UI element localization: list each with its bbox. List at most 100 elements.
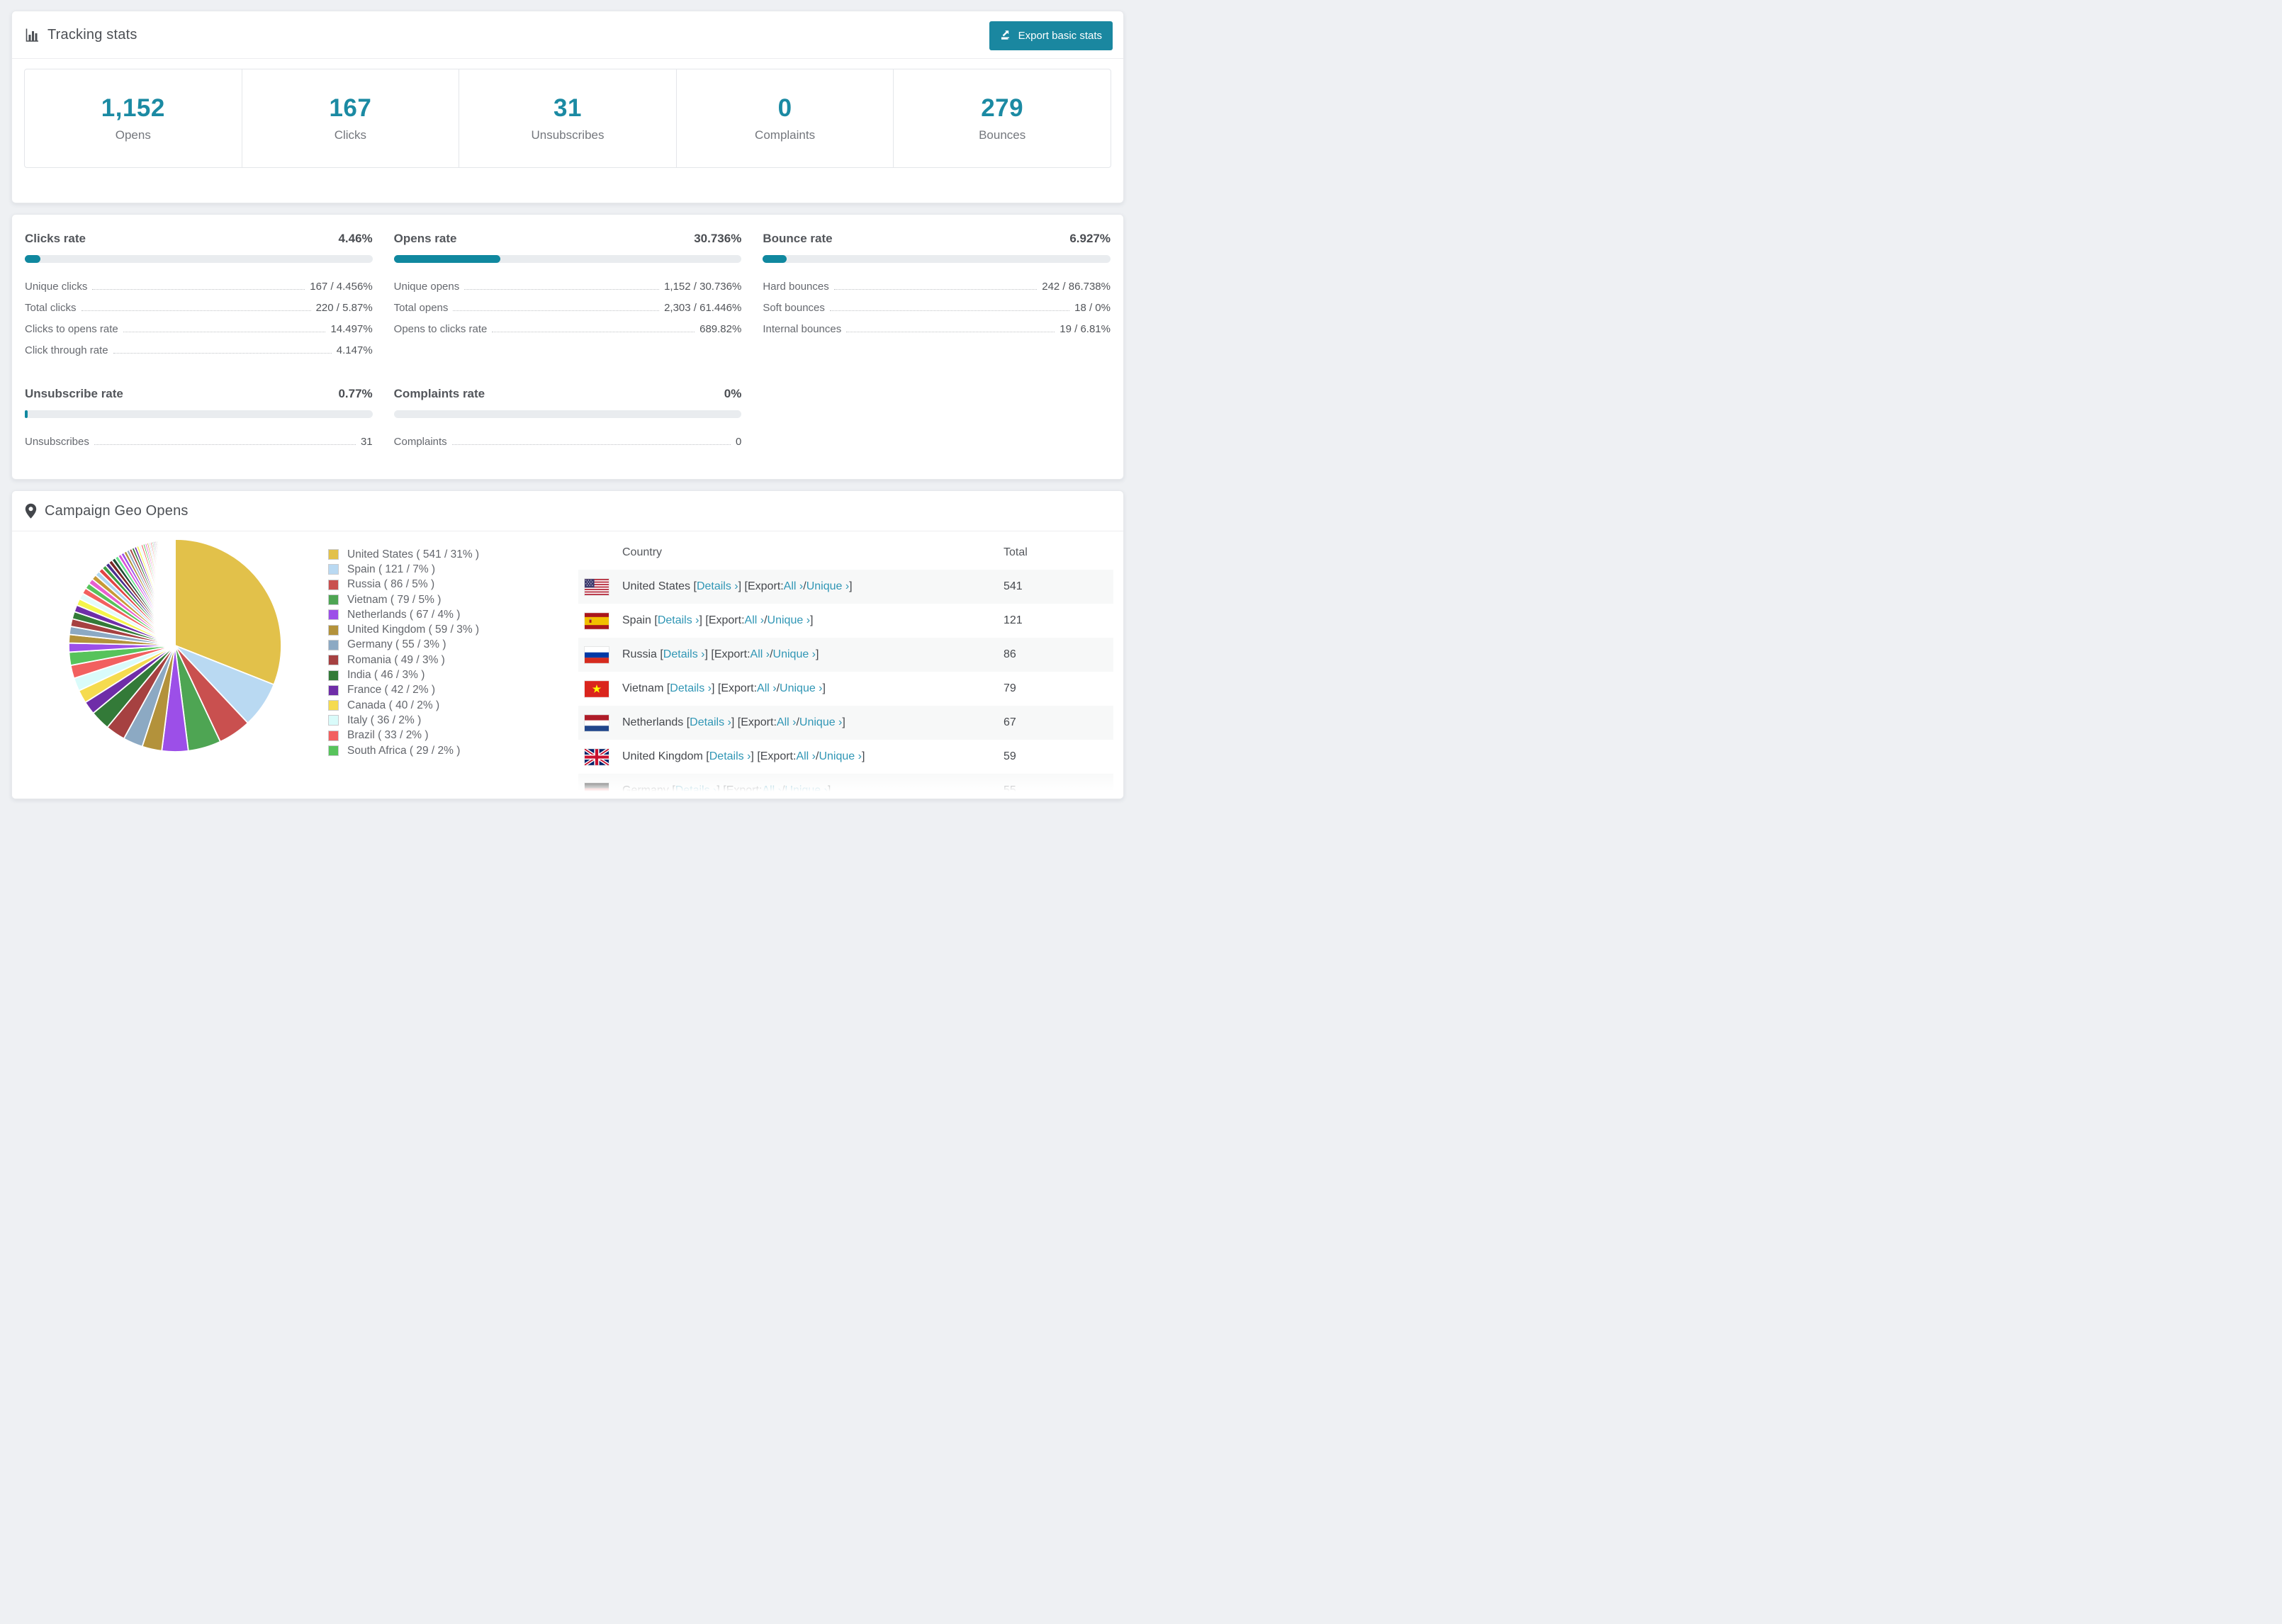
- country-cell: Vietnam [Details ›] [Export: All › / Uni…: [578, 680, 1004, 697]
- tracking-stats-card: Tracking stats Export basic stats 1,152 O…: [11, 11, 1124, 203]
- stat-cell-bounces: 279 Bounces: [893, 69, 1111, 167]
- flag-de-icon: [585, 782, 609, 799]
- details-link[interactable]: Details ›: [709, 750, 751, 763]
- stat-label: Clicks: [334, 128, 367, 142]
- rate-block-clicks-rate: Clicks rate 4.46% Unique clicks 167 / 4.456…: [25, 232, 373, 366]
- legend-item[interactable]: South Africa ( 29 / 2% ): [328, 743, 479, 758]
- rate-title: Unsubscribe rate: [25, 387, 123, 400]
- legend-item[interactable]: Italy ( 36 / 2% ): [328, 713, 479, 728]
- legend-label: Russia ( 86 / 5% ): [347, 578, 435, 591]
- legend-label: Spain ( 121 / 7% ): [347, 563, 436, 575]
- geo-opens-pie-chart[interactable]: [68, 538, 282, 752]
- export-unique-link[interactable]: Unique ›: [768, 614, 810, 627]
- stat-cell-opens: 1,152 Opens: [25, 69, 242, 167]
- legend-swatch: [328, 670, 339, 681]
- export-all-link[interactable]: All ›: [757, 682, 777, 695]
- details-link[interactable]: Details ›: [697, 580, 738, 593]
- geo-pie-legend: United States ( 541 / 31% ) Spain ( 121 /…: [328, 547, 479, 758]
- rates-card: Clicks rate 4.46% Unique clicks 167 / 4.456…: [11, 214, 1124, 480]
- export-unique-link[interactable]: Unique ›: [773, 648, 816, 661]
- rate-detail-value: 31: [360, 436, 373, 448]
- legend-label: South Africa ( 29 / 2% ): [347, 744, 461, 757]
- legend-item[interactable]: Germany ( 55 / 3% ): [328, 638, 479, 653]
- country-name: Spain [: [622, 614, 658, 626]
- rate-value: 4.46%: [338, 232, 373, 245]
- flag-es-icon: [585, 612, 609, 629]
- legend-item[interactable]: Russia ( 86 / 5% ): [328, 577, 479, 592]
- legend-label: Netherlands ( 67 / 4% ): [347, 608, 461, 621]
- legend-item[interactable]: Netherlands ( 67 / 4% ): [328, 607, 479, 622]
- progress-fill: [25, 410, 28, 418]
- legend-item[interactable]: Brazil ( 33 / 2% ): [328, 728, 479, 743]
- tracking-stats-header: Tracking stats Export basic stats: [12, 11, 1123, 59]
- progress-fill: [25, 255, 40, 263]
- progress-track: [763, 255, 1111, 263]
- legend-item[interactable]: India ( 46 / 3% ): [328, 667, 479, 682]
- rate-title: Opens rate: [393, 232, 457, 245]
- rate-detail-label: Complaints: [393, 436, 447, 448]
- export-all-link[interactable]: All ›: [762, 784, 782, 797]
- legend-item[interactable]: United States ( 541 / 31% ): [328, 547, 479, 562]
- export-all-link[interactable]: All ›: [745, 614, 765, 627]
- export-unique-link[interactable]: Unique ›: [819, 750, 861, 763]
- legend-swatch: [328, 624, 339, 636]
- country-cell: United Kingdom [Details ›] [Export: All …: [578, 748, 1004, 765]
- rate-detail-label: Soft bounces: [763, 302, 825, 314]
- legend-label: Vietnam ( 79 / 5% ): [347, 593, 442, 606]
- export-unique-link[interactable]: Unique ›: [780, 682, 822, 695]
- rate-value: 6.927%: [1069, 232, 1111, 245]
- legend-swatch: [328, 609, 339, 621]
- tracking-stats-title-text: Tracking stats: [47, 26, 137, 43]
- rate-detail-label: Click through rate: [25, 344, 108, 356]
- details-link[interactable]: Details ›: [663, 648, 705, 661]
- details-link[interactable]: Details ›: [658, 614, 699, 627]
- legend-item[interactable]: Spain ( 121 / 7% ): [328, 562, 479, 577]
- rate-detail-label: Total opens: [393, 302, 449, 314]
- legend-swatch: [328, 730, 339, 741]
- export-basic-stats-button[interactable]: Export basic stats: [989, 21, 1113, 50]
- rate-detail-row: Opens to clicks rate 689.82%: [394, 323, 742, 335]
- details-link[interactable]: Details ›: [690, 716, 731, 729]
- legend-item[interactable]: Vietnam ( 79 / 5% ): [328, 592, 479, 607]
- export-unique-link[interactable]: Unique ›: [785, 784, 827, 797]
- export-all-link[interactable]: All ›: [777, 716, 797, 729]
- rate-block-complaints-rate: Complaints rate 0% Complaints 0: [393, 387, 742, 457]
- country-cell: United States [Details ›] [Export: All ›…: [578, 578, 1004, 595]
- legend-label: Brazil ( 33 / 2% ): [347, 729, 429, 742]
- legend-label: Romania ( 49 / 3% ): [347, 653, 445, 666]
- stat-label: Bounces: [979, 128, 1026, 142]
- rate-block-bounce-rate: Bounce rate 6.927% Hard bounces 242 / 86.73…: [763, 232, 1111, 366]
- export-all-link[interactable]: All ›: [796, 750, 816, 763]
- details-link[interactable]: Details ›: [675, 784, 717, 797]
- rate-title: Bounce rate: [763, 232, 833, 245]
- table-row-ru: Russia [Details ›] [Export: All › / Uniq…: [578, 638, 1113, 672]
- rate-title: Clicks rate: [25, 232, 86, 245]
- legend-swatch: [328, 684, 339, 696]
- details-link[interactable]: Details ›: [670, 682, 712, 695]
- rate-block-unsubscribe-rate: Unsubscribe rate 0.77% Unsubscribes 31: [25, 387, 373, 457]
- country-name: United States [: [622, 580, 697, 592]
- rate-detail-label: Opens to clicks rate: [393, 323, 488, 335]
- dotted-leader: [94, 444, 356, 445]
- legend-item[interactable]: France ( 42 / 2% ): [328, 683, 479, 698]
- legend-label: United Kingdom ( 59 / 3% ): [347, 624, 480, 636]
- legend-item[interactable]: Canada ( 40 / 2% ): [328, 698, 479, 713]
- flag-vn-icon: [585, 680, 609, 697]
- export-all-link[interactable]: All ›: [751, 648, 770, 661]
- export-unique-link[interactable]: Unique ›: [799, 716, 842, 729]
- country-cell: Germany [Details ›] [Export: All › / Uni…: [578, 782, 1004, 799]
- rate-detail-label: Unique clicks: [25, 281, 88, 293]
- rate-detail-label: Hard bounces: [763, 281, 829, 293]
- rate-detail-row: Internal bounces 19 / 6.81%: [763, 323, 1111, 335]
- export-unique-link[interactable]: Unique ›: [806, 580, 849, 593]
- table-row-es: Spain [Details ›] [Export: All › / Uniqu…: [578, 604, 1113, 638]
- country-name: Vietnam [: [622, 682, 670, 694]
- legend-item[interactable]: United Kingdom ( 59 / 3% ): [328, 622, 479, 637]
- rate-detail-value: 14.497%: [330, 323, 373, 335]
- total-cell: 67: [1004, 716, 1016, 728]
- export-all-link[interactable]: All ›: [784, 580, 804, 593]
- rate-value: 0%: [724, 387, 742, 400]
- legend-item[interactable]: Romania ( 49 / 3% ): [328, 653, 479, 667]
- export-button-label: Export basic stats: [1018, 30, 1102, 42]
- rate-detail-row: Click through rate 4.147%: [25, 344, 373, 356]
